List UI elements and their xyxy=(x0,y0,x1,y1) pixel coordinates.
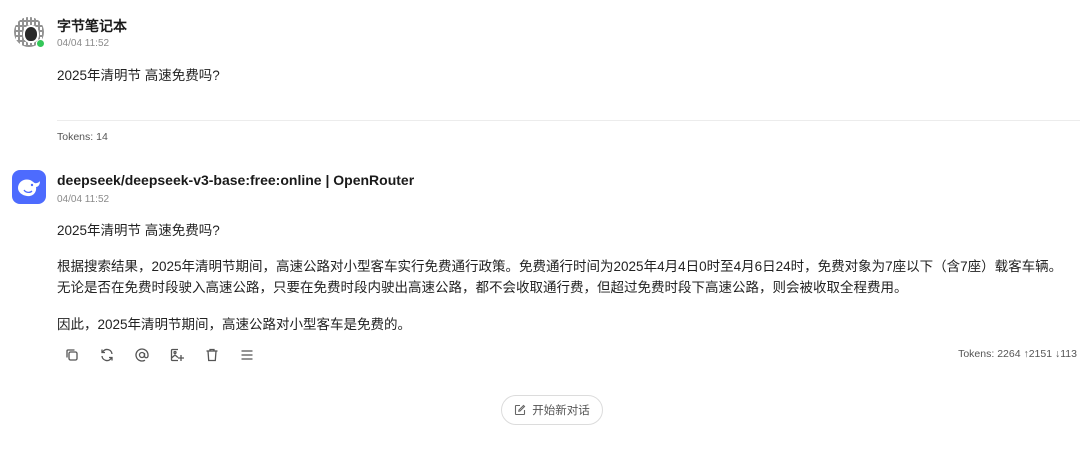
add-image-button[interactable] xyxy=(167,345,187,365)
message-paragraph: 无论是否在免费时段驶入高速公路，只要在免费时段内驶出高速公路，都不会收取通行费，… xyxy=(57,280,908,295)
user-avatar[interactable] xyxy=(12,15,46,49)
message-text: 2025年清明节 高速免费吗? xyxy=(57,68,220,83)
divider xyxy=(57,120,1080,121)
sender-name: 字节笔记本 xyxy=(57,18,127,34)
message-time: 04/04 11:52 xyxy=(57,194,110,205)
delete-icon xyxy=(206,348,218,362)
online-status-icon xyxy=(36,39,45,48)
mention-icon xyxy=(135,348,149,362)
new-chat-button[interactable]: 开始新对话 xyxy=(501,395,603,425)
message-paragraph: 2025年清明节 高速免费吗? xyxy=(57,223,220,238)
new-chat-label: 开始新对话 xyxy=(532,405,590,417)
copy-icon xyxy=(66,349,78,361)
mention-button[interactable] xyxy=(132,345,152,365)
chat-page: 字节笔记本 04/04 11:52 2025年清明节 高速免费吗? Tokens… xyxy=(0,0,1080,451)
deepseek-whale-icon xyxy=(18,179,40,197)
model-avatar[interactable] xyxy=(12,170,46,204)
message-paragraph: 因此，2025年清明节期间，高速公路对小型客车是免费的。 xyxy=(57,317,412,332)
image-add-icon xyxy=(170,348,184,362)
token-count: Tokens: 2264 ↑2151 ↓113 xyxy=(958,348,1077,360)
regenerate-icon xyxy=(101,348,113,362)
more-menu-button[interactable] xyxy=(237,345,257,365)
message-time: 04/04 11:52 xyxy=(57,38,110,49)
token-count: Tokens: 14 xyxy=(57,131,108,143)
model-name: deepseek/deepseek-v3-base:free:online | … xyxy=(57,172,415,188)
message-toolbar xyxy=(62,345,257,365)
delete-button[interactable] xyxy=(202,345,222,365)
edit-icon xyxy=(515,404,526,416)
message-paragraph: 根据搜索结果，2025年清明节期间，高速公路对小型客车实行免费通行政策。免费通行… xyxy=(57,259,1063,274)
copy-button[interactable] xyxy=(62,345,82,365)
regenerate-button[interactable] xyxy=(97,345,117,365)
more-menu-icon xyxy=(241,350,253,360)
